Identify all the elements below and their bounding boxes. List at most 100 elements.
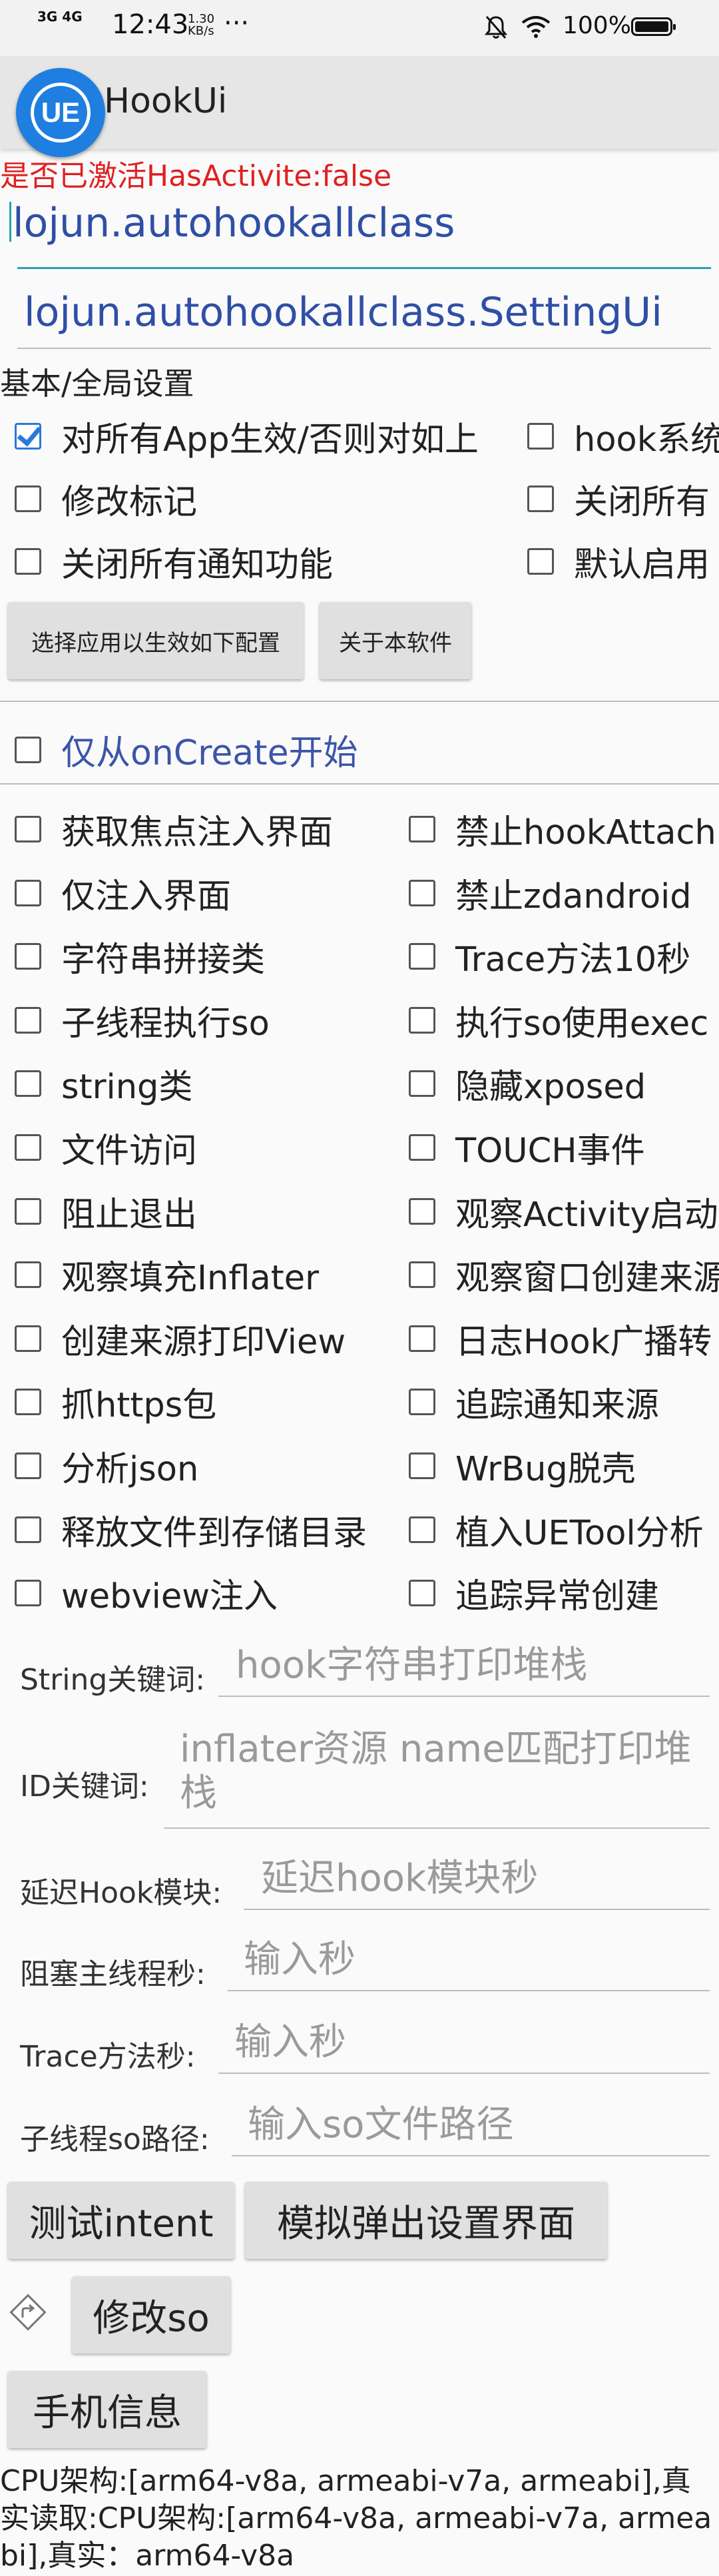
checkbox-oncreate-only[interactable]: 仅从onCreate开始 bbox=[15, 725, 358, 775]
checkbox-icon bbox=[527, 485, 554, 512]
input-underline bbox=[228, 1990, 710, 1991]
checkbox-label: 仅注入界面 bbox=[61, 877, 232, 916]
feature-checkbox[interactable]: 禁止hookAttach bbox=[409, 806, 719, 852]
select-app-button[interactable]: 选择应用以生效如下配置 bbox=[8, 602, 304, 679]
simulate-settings-button[interactable]: 模拟弹出设置界面 bbox=[245, 2182, 607, 2259]
checkbox-icon bbox=[409, 1134, 435, 1161]
checkbox-icon bbox=[15, 548, 41, 575]
block-main-thread-label: 阻塞主线程秒: bbox=[20, 1957, 206, 1991]
install-icon[interactable] bbox=[7, 2291, 49, 2334]
checkbox-label: string类 bbox=[61, 1068, 193, 1107]
checkbox-label: 植入UETool分析 bbox=[455, 1514, 704, 1553]
feature-checkbox[interactable]: TOUCH事件 bbox=[409, 1124, 719, 1171]
feature-checkbox[interactable]: 获取焦点注入界面 bbox=[15, 806, 406, 852]
checkbox-icon bbox=[15, 1452, 41, 1479]
checkbox-close-notifications[interactable]: 关闭所有通知功能 bbox=[15, 538, 515, 585]
app-logo-icon[interactable]: UE bbox=[16, 68, 105, 157]
battery-icon bbox=[631, 17, 676, 36]
feature-checkbox[interactable]: 日志Hook广播转 bbox=[409, 1315, 719, 1362]
package-input-value: lojun.autohookallclass bbox=[13, 200, 455, 246]
checkbox-hook-system[interactable]: hook系统 bbox=[527, 413, 719, 460]
feature-checkbox[interactable]: 抓https包 bbox=[15, 1379, 406, 1425]
checkbox-icon bbox=[409, 1325, 435, 1352]
checkbox-label: 执行so使用exec bbox=[455, 1004, 709, 1044]
feature-checkbox[interactable]: 子线程执行so bbox=[15, 997, 406, 1044]
delay-hook-label: 延迟Hook模块: bbox=[20, 1876, 222, 1910]
string-keyword-input[interactable]: hook字符串打印堆栈 bbox=[236, 1644, 587, 1688]
feature-checkbox[interactable]: 追踪通知来源 bbox=[409, 1379, 719, 1425]
checkbox-modify-mark[interactable]: 修改标记 bbox=[15, 476, 515, 522]
feature-checkbox[interactable]: 隐藏xposed bbox=[409, 1060, 719, 1107]
feature-checkbox[interactable]: 追踪异常创建 bbox=[409, 1570, 719, 1616]
text-cursor bbox=[9, 202, 11, 242]
feature-checkbox[interactable]: 分析json bbox=[15, 1443, 406, 1489]
checkbox-label: webview注入 bbox=[61, 1577, 278, 1616]
checkbox-icon bbox=[409, 1389, 435, 1415]
feature-checkbox[interactable]: 禁止zdandroid bbox=[409, 870, 719, 916]
checkbox-label: 阻止退出 bbox=[61, 1195, 198, 1235]
checkbox-all-apps[interactable]: 对所有App生效/否则对如上 bbox=[15, 413, 515, 460]
feature-checkbox[interactable]: 字符串拼接类 bbox=[15, 933, 406, 980]
checkbox-icon bbox=[15, 1261, 41, 1288]
checkbox-default-enable[interactable]: 默认启用 bbox=[527, 538, 719, 585]
phone-info-button[interactable]: 手机信息 bbox=[8, 2371, 206, 2448]
checkbox-icon bbox=[409, 880, 435, 906]
id-keyword-input[interactable]: inflater资源 name匹配打印堆栈 bbox=[180, 1728, 706, 1815]
class-input-value: lojun.autohookallclass.SettingUi bbox=[24, 289, 662, 336]
checkbox-label: 隐藏xposed bbox=[455, 1068, 646, 1107]
checkbox-label: Trace方法10秒 bbox=[455, 940, 691, 980]
checkbox-icon bbox=[15, 880, 41, 906]
class-input[interactable]: lojun.autohookallclass.SettingUi bbox=[9, 289, 711, 349]
feature-checkbox[interactable]: 阻止退出 bbox=[15, 1188, 406, 1235]
clock: 12:43 bbox=[112, 9, 189, 40]
checkbox-label: 分析json bbox=[61, 1450, 199, 1489]
delay-hook-input[interactable]: 延迟hook模块秒 bbox=[261, 1857, 538, 1901]
feature-checkbox[interactable]: 观察窗口创建来源 bbox=[409, 1251, 719, 1298]
global-settings-label: 基本/全局设置 bbox=[0, 366, 194, 402]
checkbox-icon bbox=[15, 1325, 41, 1352]
about-button[interactable]: 关于本软件 bbox=[320, 602, 471, 679]
checkbox-label: 追踪异常创建 bbox=[455, 1577, 660, 1616]
feature-checkbox[interactable]: webview注入 bbox=[15, 1570, 406, 1616]
checkbox-label: 文件访问 bbox=[61, 1131, 198, 1171]
checkbox-icon bbox=[15, 943, 41, 970]
feature-checkbox[interactable]: 执行so使用exec bbox=[409, 997, 719, 1044]
checkbox-icon bbox=[409, 1198, 435, 1225]
feature-checkbox[interactable]: string类 bbox=[15, 1060, 406, 1107]
network-indicator: 3G 4G bbox=[37, 9, 83, 25]
checkbox-close-all[interactable]: 关闭所有 bbox=[527, 476, 719, 522]
feature-checkbox[interactable]: 植入UETool分析 bbox=[409, 1506, 719, 1553]
trace-method-input[interactable]: 输入秒 bbox=[234, 2021, 346, 2065]
feature-checkbox[interactable]: WrBug脱壳 bbox=[409, 1443, 719, 1489]
checkbox-icon bbox=[527, 423, 554, 450]
feature-checkbox[interactable]: 观察填充Inflater bbox=[15, 1251, 406, 1298]
block-main-thread-input[interactable]: 输入秒 bbox=[244, 1938, 356, 1982]
mute-icon bbox=[485, 16, 507, 39]
checkbox-checked-icon bbox=[15, 423, 41, 450]
divider bbox=[0, 783, 719, 785]
class-input-underline bbox=[17, 348, 711, 349]
checkbox-icon bbox=[15, 1389, 41, 1415]
feature-checkbox[interactable]: 释放文件到存储目录 bbox=[15, 1506, 406, 1553]
divider bbox=[0, 701, 719, 702]
feature-checkbox[interactable]: 创建来源打印View bbox=[15, 1315, 406, 1362]
modify-so-button[interactable]: 修改so bbox=[72, 2276, 230, 2354]
checkbox-icon bbox=[15, 1516, 41, 1543]
checkbox-label: 观察Activity启动 bbox=[455, 1195, 718, 1235]
logo-text: UE bbox=[31, 83, 91, 143]
feature-checkbox[interactable]: Trace方法10秒 bbox=[409, 933, 719, 980]
input-underline bbox=[218, 1696, 710, 1697]
feature-checkbox[interactable]: 仅注入界面 bbox=[15, 870, 406, 916]
checkbox-label: 关闭所有通知功能 bbox=[61, 545, 334, 585]
test-intent-button[interactable]: 测试intent bbox=[8, 2182, 234, 2259]
app-bar: HookUi bbox=[0, 56, 719, 149]
feature-checkbox[interactable]: 观察Activity启动 bbox=[409, 1188, 719, 1235]
feature-checkbox[interactable]: 文件访问 bbox=[15, 1124, 406, 1171]
checkbox-label: 子线程执行so bbox=[61, 1004, 270, 1044]
checkbox-label: 默认启用 bbox=[574, 545, 710, 585]
so-path-label: 子线程so路径: bbox=[20, 2122, 210, 2156]
app-title: HookUi bbox=[104, 81, 228, 121]
so-path-input[interactable]: 输入so文件路径 bbox=[248, 2103, 513, 2147]
device-info-text: CPU架构:[arm64-v8a, armeabi-v7a, armeabi],… bbox=[0, 2464, 712, 2573]
package-input[interactable]: lojun.autohookallclass bbox=[9, 200, 711, 269]
